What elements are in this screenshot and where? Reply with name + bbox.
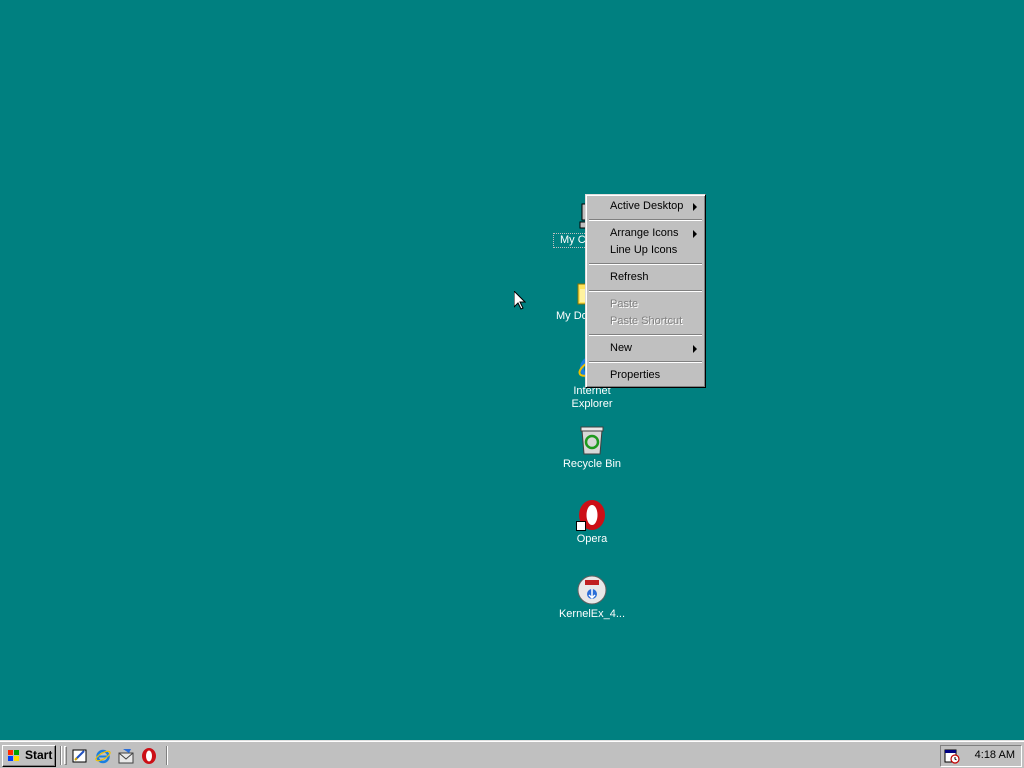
desktop-context-menu: Active Desktop Arrange Icons Line Up Ico… (585, 194, 706, 388)
recycle-bin-icon (576, 424, 608, 456)
show-desktop-icon[interactable] (71, 747, 89, 765)
menu-item-new[interactable]: New (588, 340, 703, 357)
taskbar: Start 4:18 AM (0, 740, 1024, 768)
menu-item-label: Active Desktop (610, 200, 684, 212)
mouse-cursor-icon (514, 291, 526, 310)
system-tray: 4:18 AM (940, 745, 1022, 767)
desktop-icon-label: Internet Explorer (571, 385, 613, 410)
menu-item-active-desktop[interactable]: Active Desktop (588, 198, 703, 215)
desktop-icon-label: KernelEx_4... (558, 608, 626, 620)
menu-separator (589, 219, 702, 221)
installer-disc-icon (576, 574, 608, 606)
submenu-arrow-icon (693, 230, 697, 238)
desktop-icon-label: Recycle Bin (562, 458, 622, 470)
taskbar-separator (60, 746, 62, 765)
desktop-icon-kernelex[interactable]: KernelEx_4... (554, 574, 630, 621)
menu-item-label: Paste (610, 298, 639, 310)
desktop-icon-label: Opera (576, 533, 608, 545)
menu-separator (589, 290, 702, 292)
menu-separator (589, 334, 702, 336)
menu-item-label: Paste Shortcut (610, 315, 683, 327)
start-label: Start (25, 748, 53, 762)
taskbar-separator (166, 746, 168, 765)
start-button[interactable]: Start (2, 745, 56, 767)
windows-logo-icon (8, 750, 19, 761)
opera-icon (576, 499, 608, 531)
scheduler-icon[interactable] (944, 748, 960, 764)
menu-item-line-up-icons[interactable]: Line Up Icons (588, 242, 703, 259)
submenu-arrow-icon (693, 345, 697, 353)
menu-item-label: Properties (610, 369, 661, 381)
outlook-express-icon[interactable] (117, 747, 135, 765)
desktop-icon-opera[interactable]: Opera (554, 499, 630, 546)
menu-item-properties[interactable]: Properties (588, 367, 703, 384)
menu-item-paste-shortcut: Paste Shortcut (588, 313, 703, 330)
desktop[interactable]: My C My Do Internet Explorer Recycle Bin… (0, 0, 1024, 740)
shortcut-arrow-icon (576, 521, 586, 531)
menu-separator (589, 361, 702, 363)
submenu-arrow-icon (693, 203, 697, 211)
menu-item-arrange-icons[interactable]: Arrange Icons (588, 225, 703, 242)
menu-item-paste: Paste (588, 296, 703, 313)
menu-item-label: Refresh (610, 271, 649, 283)
menu-separator (589, 263, 702, 265)
quick-launch-grip[interactable] (64, 746, 67, 765)
menu-item-label: New (610, 342, 633, 354)
desktop-icon-recycle-bin[interactable]: Recycle Bin (554, 424, 630, 471)
menu-item-label: Arrange Icons (610, 227, 679, 239)
menu-item-refresh[interactable]: Refresh (588, 269, 703, 286)
internet-explorer-icon[interactable] (94, 747, 112, 765)
menu-item-label: Line Up Icons (610, 244, 678, 256)
opera-icon[interactable] (140, 747, 158, 765)
tray-clock[interactable]: 4:18 AM (975, 749, 1015, 761)
